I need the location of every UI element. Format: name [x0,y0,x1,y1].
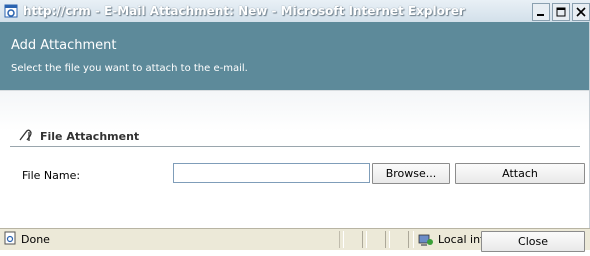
file-name-label: File Name: [22,169,81,182]
close-button[interactable]: Close [481,231,585,252]
close-window-button[interactable] [572,3,590,21]
ie-window: http://crm - E-Mail Attachment: New - Mi… [0,0,590,256]
window-controls [530,3,590,21]
dialog-title: Add Attachment [11,38,117,53]
minimize-button[interactable] [532,3,550,21]
minimize-icon [537,14,544,16]
title-bar: http://crm - E-Mail Attachment: New - Mi… [0,0,590,22]
dialog-subtitle: Select the file you want to attach to th… [11,63,248,74]
section-header: File Attachment [18,128,139,144]
status-cell [366,231,386,248]
browse-button[interactable]: Browse... [372,163,450,184]
dialog-header: Add Attachment Select the file you want … [0,22,590,90]
close-icon [576,7,586,17]
local-intranet-icon [418,233,434,247]
status-done-panel: Done [0,231,340,248]
file-name-input[interactable] [173,163,370,183]
status-text: Done [21,233,50,246]
section-divider [10,146,580,147]
attach-button[interactable]: Attach [455,163,585,184]
internet-explorer-icon [4,4,18,18]
page-icon [3,230,17,249]
window-title: http://crm - E-Mail Attachment: New - Mi… [23,4,465,18]
maximize-button[interactable] [552,3,570,21]
maximize-icon [556,7,566,17]
paperclip-icon [18,128,38,144]
status-cell [343,231,363,248]
section-title: File Attachment [40,129,140,143]
status-cell [389,231,409,248]
